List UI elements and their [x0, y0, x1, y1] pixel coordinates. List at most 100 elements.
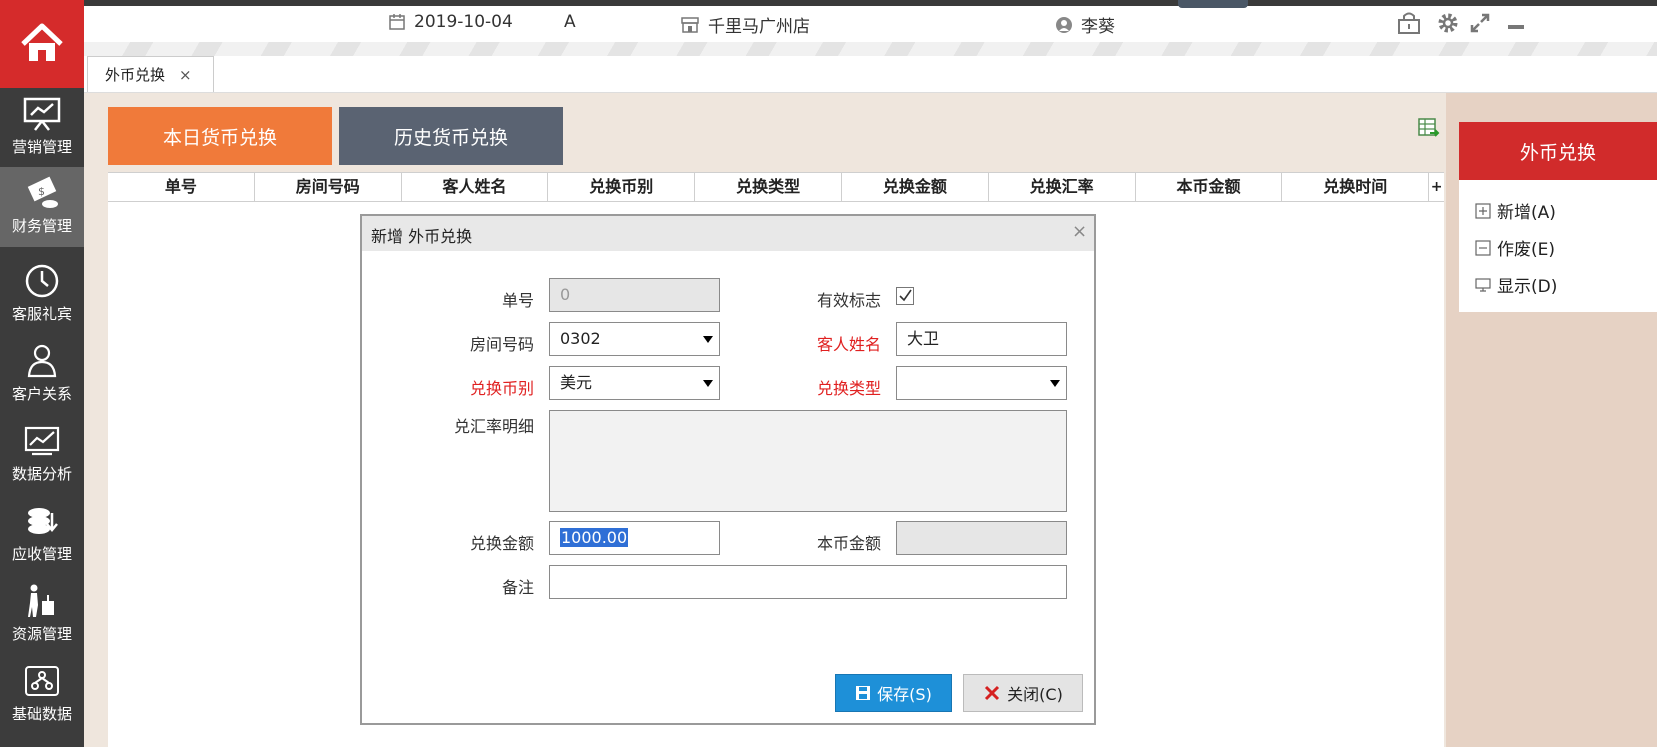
currency-value: 美元	[560, 373, 593, 392]
amount-field[interactable]: 1000.00	[549, 521, 720, 555]
local-amount-label: 本币金额	[816, 534, 881, 553]
monitor-icon	[1475, 277, 1491, 292]
column-header[interactable]: 本币金额	[1136, 173, 1283, 201]
check-icon	[899, 289, 912, 302]
chart-icon	[24, 426, 60, 456]
rate-detail-textarea[interactable]	[549, 410, 1067, 512]
network-icon	[25, 666, 59, 696]
void-action-label: 作废(E)	[1497, 240, 1556, 260]
sidebar-item-crm[interactable]: 客户关系	[0, 335, 84, 415]
room-no-select[interactable]: 0302	[549, 322, 720, 356]
column-header[interactable]: 兑换类型	[695, 173, 842, 201]
plus-box-icon	[1475, 202, 1491, 219]
void-action[interactable]: 作废(E)	[1475, 235, 1555, 260]
top-bar: 2019-10-04 A 千里马广州店 李葵	[84, 0, 1657, 42]
minus-box-icon	[1475, 239, 1491, 256]
chevron-down-icon	[703, 380, 713, 387]
guest-name-label: 客人姓名	[816, 335, 881, 354]
svg-text:$: $	[38, 185, 45, 198]
amount-value: 1000.00	[560, 528, 629, 547]
close-icon	[985, 685, 1000, 701]
history-exchange-button[interactable]: 历史货币兑换	[339, 107, 563, 165]
sidebar-item-finance[interactable]: $ 财务管理	[0, 167, 84, 247]
room-no-label: 房间号码	[469, 335, 534, 354]
sidebar-item-label: 客服礼宾	[11, 305, 72, 323]
panel-title: 外币兑换	[1459, 122, 1657, 180]
column-header[interactable]: 兑换时间	[1282, 173, 1430, 201]
guest-name-field[interactable]: 大卫	[896, 322, 1067, 356]
save-label: 保存(S)	[877, 685, 932, 704]
column-header[interactable]: 房间号码	[255, 173, 402, 201]
sidebar-item-label: 营销管理	[11, 138, 72, 156]
sidebar-item-analysis[interactable]: 数据分析	[0, 415, 84, 495]
exchange-type-label: 兑换类型	[816, 379, 881, 398]
amount-label: 兑换金额	[469, 534, 534, 553]
store-name: 千里马广州店	[708, 17, 810, 37]
chevron-down-icon	[1050, 380, 1060, 387]
user-name: 李葵	[1081, 17, 1115, 37]
date-text: 2019-10-04	[414, 12, 513, 32]
grid-header: 单号 房间号码 客人姓名 兑换币别 兑换类型 兑换金额 兑换汇率 本币金额 兑换…	[108, 172, 1444, 202]
minimize-icon[interactable]	[1506, 11, 1526, 35]
close-label: 关闭(C)	[1007, 685, 1063, 704]
order-no-label: 单号	[501, 291, 534, 310]
tab-label: 外币兑换	[105, 66, 166, 84]
user-icon	[1056, 16, 1072, 33]
presentation-icon	[23, 97, 61, 131]
sidebar-item-concierge[interactable]: 客服礼宾	[0, 255, 84, 335]
export-excel-icon[interactable]	[1418, 118, 1440, 140]
room-no-value: 0302	[560, 329, 601, 348]
sidebar-item-label: 客户关系	[11, 385, 72, 403]
store-icon	[681, 16, 699, 33]
fullscreen-icon[interactable]	[1468, 11, 1492, 35]
local-amount-field	[896, 521, 1067, 555]
display-action[interactable]: 显示(D)	[1475, 272, 1557, 297]
user-display[interactable]: 李葵	[1055, 12, 1115, 37]
sidebar-item-label: 资源管理	[11, 625, 72, 643]
sidebar-item-basedata[interactable]: 基础数据	[0, 655, 84, 735]
display-action-label: 显示(D)	[1497, 277, 1558, 297]
home-button[interactable]	[0, 0, 84, 88]
remark-field[interactable]	[549, 565, 1067, 599]
column-header[interactable]: 兑换币别	[548, 173, 696, 201]
users-icon	[27, 344, 57, 378]
column-header[interactable]: 单号	[108, 173, 255, 201]
rate-detail-label: 兑汇率明细	[453, 417, 534, 436]
add-column-button[interactable]: +	[1429, 173, 1444, 201]
lock-icon[interactable]	[1396, 11, 1422, 35]
column-header[interactable]: 兑换金额	[842, 173, 989, 201]
save-button[interactable]: 保存(S)	[835, 674, 952, 712]
close-icon[interactable]: ×	[1072, 221, 1087, 242]
close-button[interactable]: 关闭(C)	[963, 674, 1083, 712]
valid-flag-label: 有效标志	[816, 291, 881, 310]
dialog-title: 新增 外币兑换	[371, 227, 473, 246]
coins-icon	[28, 508, 58, 534]
remark-label: 备注	[501, 578, 534, 597]
gear-icon[interactable]	[1436, 11, 1460, 35]
luggage-icon	[28, 584, 54, 617]
currency-select[interactable]: 美元	[549, 366, 720, 400]
date-display: 2019-10-04	[388, 12, 513, 32]
tab-strip-pattern	[84, 42, 1657, 56]
tab-currency-exchange[interactable]: 外币兑换 ×	[87, 56, 214, 92]
column-header[interactable]: 客人姓名	[402, 173, 549, 201]
money-icon: $	[27, 176, 58, 208]
floppy-icon	[856, 686, 871, 700]
exchange-type-select[interactable]	[896, 366, 1067, 400]
new-action-label: 新增(A)	[1497, 203, 1556, 223]
clock-icon	[25, 264, 59, 298]
home-icon	[21, 23, 63, 61]
chevron-down-icon	[703, 336, 713, 343]
shift-display: A	[564, 12, 576, 32]
column-header[interactable]: 兑换汇率	[989, 173, 1136, 201]
sidebar-item-marketing[interactable]: 营销管理	[0, 88, 84, 168]
sidebar-item-resources[interactable]: 资源管理	[0, 575, 84, 655]
today-exchange-button[interactable]: 本日货币兑换	[108, 107, 332, 165]
valid-flag-checkbox[interactable]	[896, 287, 914, 305]
currency-label: 兑换币别	[469, 379, 534, 398]
close-icon[interactable]: ×	[179, 66, 192, 84]
sidebar-item-receivables[interactable]: 应收管理	[0, 495, 84, 575]
shift-text: A	[564, 12, 576, 32]
new-action[interactable]: 新增(A)	[1475, 198, 1556, 223]
sidebar-item-label: 财务管理	[11, 217, 72, 235]
